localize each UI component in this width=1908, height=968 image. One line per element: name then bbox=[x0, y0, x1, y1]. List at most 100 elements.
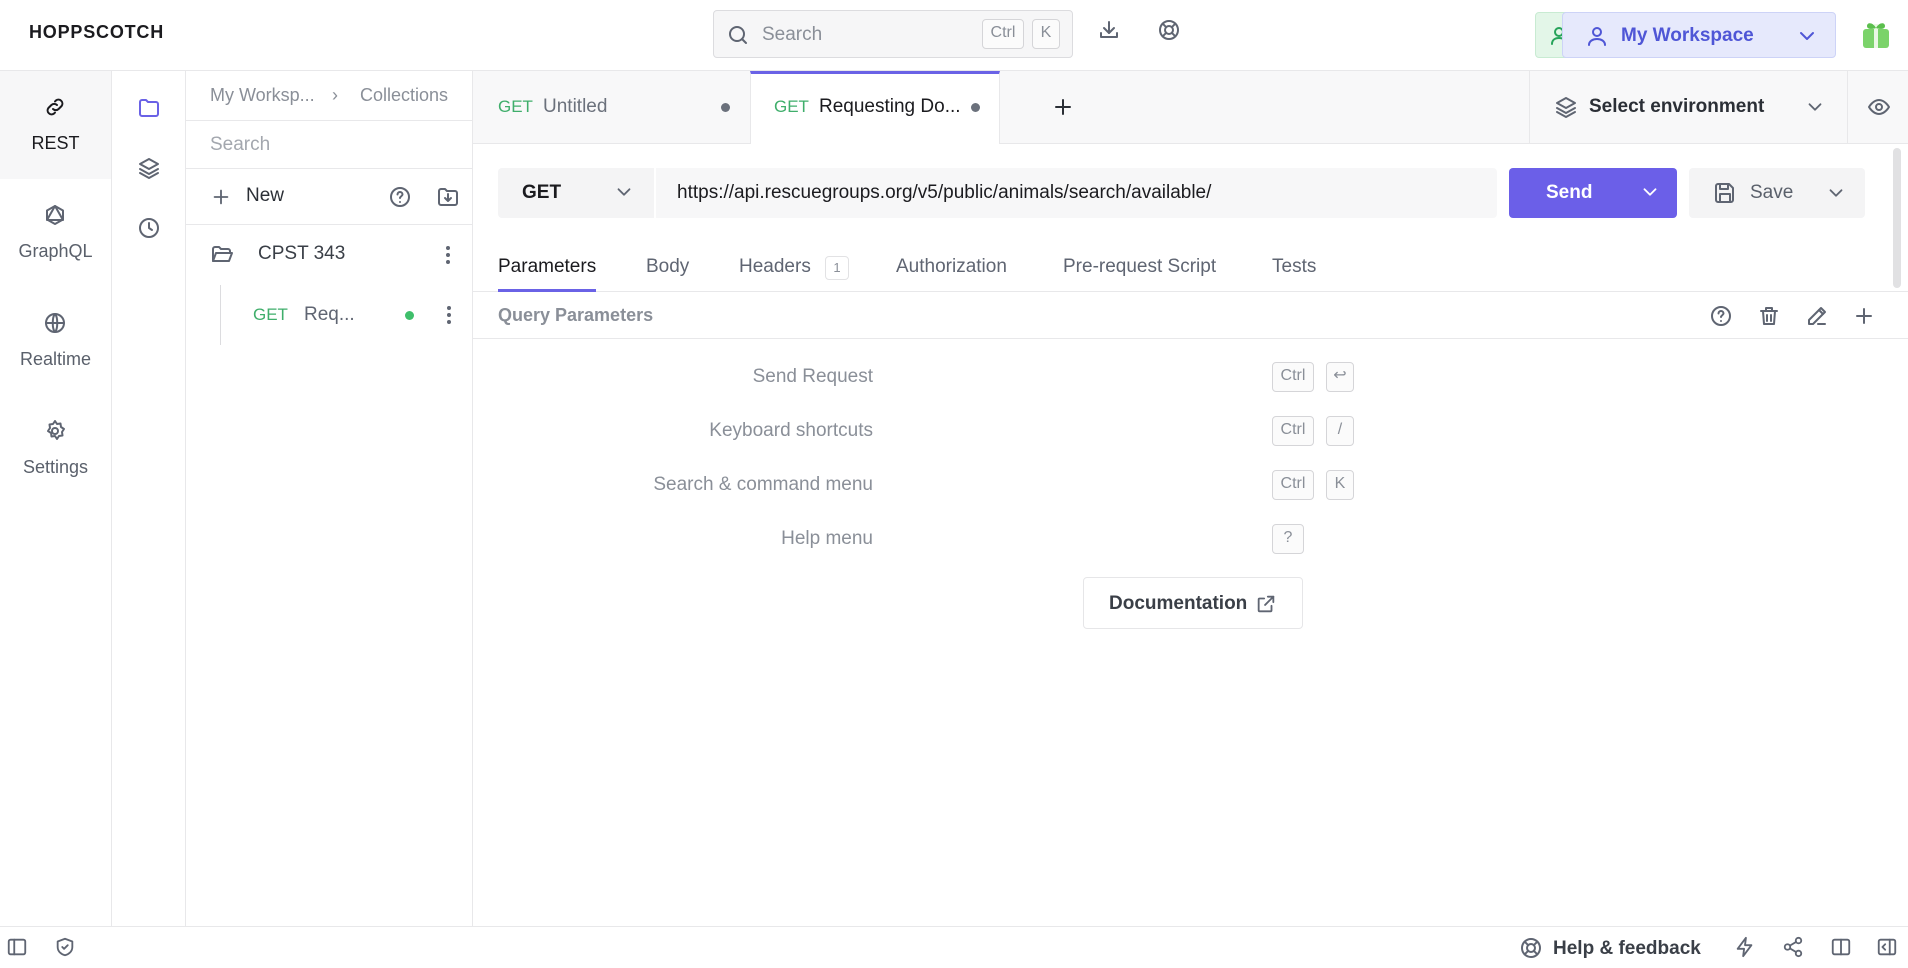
import-icon[interactable] bbox=[436, 185, 460, 209]
share-icon[interactable] bbox=[1782, 936, 1804, 958]
collections-search-placeholder: Search bbox=[210, 134, 271, 155]
shortcut-label: Keyboard shortcuts bbox=[709, 420, 873, 441]
help-icon[interactable] bbox=[1709, 304, 1733, 328]
help-feedback-button[interactable]: Help & feedback bbox=[1553, 938, 1701, 960]
send-label: Send bbox=[1546, 182, 1593, 203]
environment-selector[interactable]: Select environment bbox=[1529, 71, 1847, 143]
kbd-key: / bbox=[1326, 416, 1354, 446]
tab-body[interactable]: Body bbox=[646, 256, 689, 292]
collection-request-item[interactable]: GET Req... bbox=[220, 285, 472, 345]
tab-pre-request-script[interactable]: Pre-request Script bbox=[1063, 256, 1216, 292]
nav-item-rest[interactable]: REST bbox=[0, 71, 111, 179]
global-search[interactable]: Search Ctrl K bbox=[713, 10, 1073, 58]
method-select[interactable]: GET bbox=[498, 168, 654, 218]
save-button[interactable]: Save bbox=[1689, 168, 1865, 218]
folder-name: CPST 343 bbox=[258, 243, 346, 264]
tab-untitled[interactable]: GET Untitled bbox=[473, 71, 750, 143]
view-environment-button[interactable] bbox=[1847, 71, 1908, 143]
app-logo[interactable]: HOPPSCOTCH bbox=[29, 22, 164, 43]
collections-folder-icon[interactable] bbox=[137, 96, 161, 120]
columns-icon[interactable] bbox=[1830, 936, 1852, 958]
tab-parameters[interactable]: Parameters bbox=[498, 256, 597, 292]
request-bar: GET https://api.rescuegroups.org/v5/publ… bbox=[473, 144, 1908, 247]
tab-method: GET bbox=[498, 97, 533, 116]
shortcut-label: Search & command menu bbox=[653, 474, 873, 495]
chevron-down-icon[interactable] bbox=[1825, 182, 1847, 204]
breadcrumb-workspace[interactable]: My Worksp... bbox=[210, 85, 315, 106]
nav-item-realtime[interactable]: Realtime bbox=[0, 287, 111, 395]
lightning-icon[interactable] bbox=[1734, 936, 1756, 958]
collection-folder[interactable]: CPST 343 bbox=[186, 225, 472, 285]
shortcut-label: Send Request bbox=[752, 366, 873, 387]
nav-item-graphql[interactable]: GraphQL bbox=[0, 179, 111, 287]
folder-open-icon bbox=[212, 246, 233, 262]
shortcut-row: Send Request Ctrl ↩ bbox=[473, 357, 1908, 397]
shortcut-row: Help menu ? bbox=[473, 519, 1908, 559]
request-name: Req... bbox=[304, 304, 355, 325]
external-link-icon bbox=[1257, 595, 1275, 613]
vertical-scrollbar[interactable] bbox=[1893, 148, 1901, 288]
search-icon bbox=[729, 26, 747, 44]
kbd-key: K bbox=[1326, 470, 1354, 500]
gift-icon[interactable] bbox=[1860, 18, 1892, 50]
send-button[interactable]: Send bbox=[1509, 168, 1677, 218]
environment-label: Select environment bbox=[1589, 96, 1765, 117]
request-status-dot bbox=[405, 311, 414, 320]
chevron-down-icon bbox=[1800, 32, 1814, 40]
link-icon bbox=[46, 98, 64, 116]
status-bar: Help & feedback bbox=[0, 926, 1908, 968]
tab-unsaved-dot[interactable] bbox=[721, 103, 730, 112]
tab-unsaved-dot[interactable] bbox=[971, 103, 980, 112]
tab-headers[interactable]: Headers bbox=[739, 256, 811, 292]
kbd-key: ? bbox=[1272, 524, 1304, 554]
more-vertical-icon[interactable] bbox=[437, 303, 461, 327]
kbd-k: K bbox=[1032, 19, 1060, 49]
history-icon[interactable] bbox=[137, 216, 161, 240]
breadcrumb: My Worksp... › Collections bbox=[186, 71, 472, 121]
tab-title: Untitled bbox=[543, 96, 608, 117]
nav-item-settings[interactable]: Settings bbox=[0, 395, 111, 503]
tab-tests[interactable]: Tests bbox=[1272, 256, 1316, 292]
documentation-button[interactable]: Documentation bbox=[1083, 577, 1303, 629]
kbd-key: Ctrl bbox=[1272, 416, 1314, 446]
new-label: New bbox=[246, 185, 285, 206]
breadcrumb-collections[interactable]: Collections bbox=[360, 85, 448, 106]
user-icon bbox=[1588, 27, 1606, 46]
sidebar-toggle-icon[interactable] bbox=[6, 936, 28, 958]
kbd-key: ↩ bbox=[1326, 362, 1354, 392]
tab-method: GET bbox=[774, 97, 809, 116]
shield-check-icon[interactable] bbox=[54, 936, 76, 958]
add-tab-icon[interactable] bbox=[1051, 95, 1075, 119]
download-icon[interactable] bbox=[1097, 18, 1121, 42]
collections-panel: My Worksp... › Collections Search New CP… bbox=[186, 71, 473, 926]
tab-requesting-dogs[interactable]: GET Requesting Do... bbox=[750, 71, 1000, 144]
workspace-selector[interactable]: My Workspace bbox=[1562, 12, 1836, 58]
url-input[interactable]: https://api.rescuegroups.org/v5/public/a… bbox=[656, 168, 1497, 218]
collections-search-input[interactable]: Search bbox=[186, 121, 472, 169]
collections-toolbar: New bbox=[186, 169, 472, 225]
collapse-panel-icon[interactable] bbox=[1876, 936, 1898, 958]
nav-label-settings: Settings bbox=[22, 457, 89, 477]
nav-label-graphql: GraphQL bbox=[18, 241, 93, 261]
trash-icon[interactable] bbox=[1757, 304, 1781, 328]
documentation-label: Documentation bbox=[1109, 593, 1248, 614]
plus-icon[interactable] bbox=[1852, 304, 1876, 328]
breadcrumb-separator: › bbox=[332, 85, 338, 105]
kbd-key: Ctrl bbox=[1272, 470, 1314, 500]
new-collection-button[interactable]: New bbox=[206, 169, 306, 225]
chevron-down-icon bbox=[617, 188, 631, 196]
support-icon bbox=[1521, 938, 1541, 958]
gear-icon bbox=[47, 420, 65, 440]
app-header: HOPPSCOTCH Search Ctrl K My Workspace bbox=[0, 0, 1908, 71]
help-icon[interactable] bbox=[388, 185, 412, 209]
shortcut-row: Keyboard shortcuts Ctrl / bbox=[473, 411, 1908, 451]
chevron-down-icon[interactable] bbox=[1639, 181, 1661, 203]
edit-icon[interactable] bbox=[1805, 304, 1829, 328]
tab-authorization[interactable]: Authorization bbox=[896, 256, 1007, 292]
layers-icon[interactable] bbox=[137, 156, 161, 180]
shortcut-label: Help menu bbox=[781, 528, 873, 549]
sidebar-icon-column bbox=[112, 71, 186, 926]
more-vertical-icon[interactable] bbox=[436, 243, 460, 267]
support-icon[interactable] bbox=[1157, 18, 1181, 42]
graphql-icon bbox=[46, 205, 64, 225]
